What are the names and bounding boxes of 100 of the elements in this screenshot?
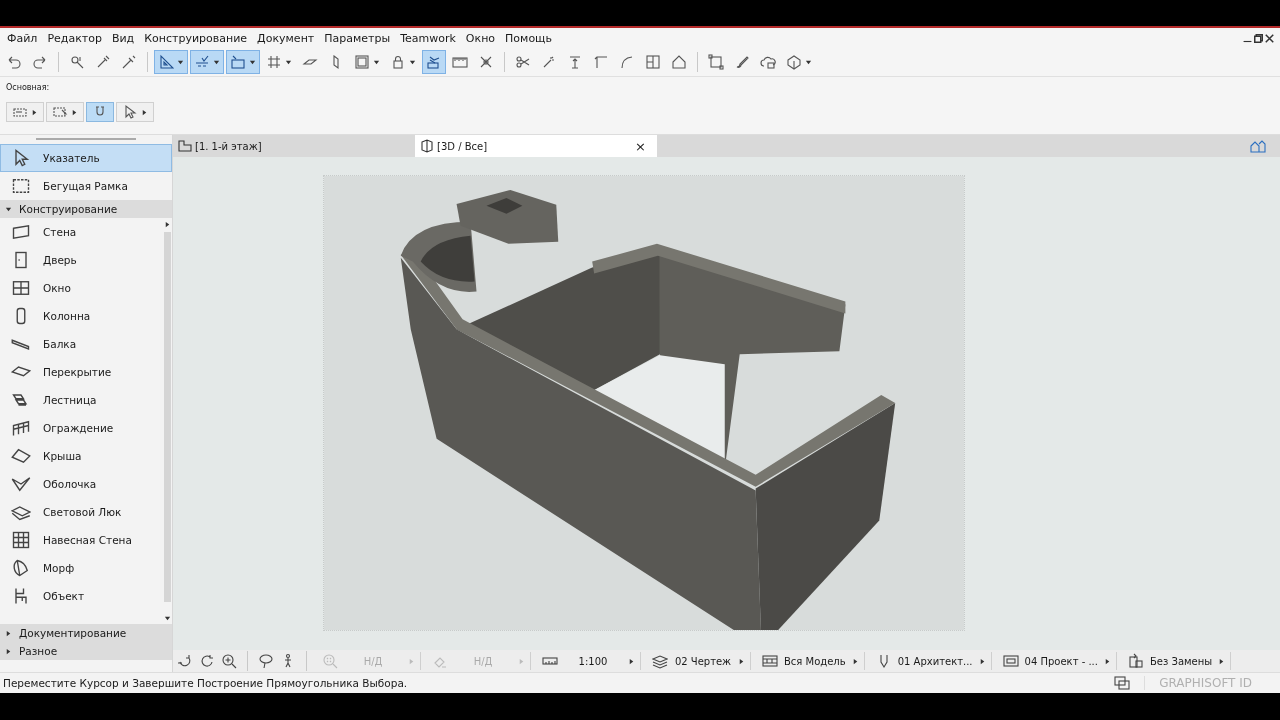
menu-item[interactable]: Помощь: [500, 31, 557, 45]
split-icon: [645, 54, 661, 70]
railing-icon: [11, 418, 31, 438]
frame-icon: [354, 54, 370, 70]
caret-icon: [408, 657, 415, 665]
marquee-icon: [52, 104, 68, 120]
caret-icon: [373, 58, 380, 66]
cloud-icon: [760, 54, 776, 70]
caret-icon: [1218, 657, 1226, 665]
tool-item[interactable]: Окно: [0, 274, 163, 302]
wall-icon: [11, 222, 31, 242]
caret-icon: [71, 108, 78, 116]
toolbar-button[interactable]: [116, 102, 154, 122]
toolbar-button[interactable]: [422, 50, 446, 74]
floor-plan-icon: [177, 138, 193, 154]
view-dropdown[interactable]: 1:100: [537, 652, 641, 670]
monitor-icon: [1002, 653, 1019, 669]
caret-icon: [285, 58, 292, 66]
menu-item[interactable]: Параметры: [319, 31, 396, 45]
menu-item[interactable]: Окно: [460, 31, 501, 45]
caret-icon: [5, 629, 12, 637]
caret-icon: [5, 647, 12, 655]
house-view-icon: [1248, 138, 1268, 154]
view-dropdown[interactable]: Без Замены: [1122, 652, 1232, 670]
menu-item[interactable]: Teamwork: [395, 31, 461, 45]
toolbar-button[interactable]: [86, 102, 114, 122]
close-icon: [1265, 33, 1274, 43]
group-icon: [708, 54, 724, 70]
tab[interactable]: [1. 1-й этаж]: [173, 135, 415, 157]
restore-icon: [1254, 33, 1263, 43]
tool-item[interactable]: Ограждение: [0, 414, 163, 442]
view-dropdown[interactable]: 04 Проект - ...: [997, 652, 1117, 670]
caret-icon: [164, 614, 171, 622]
toolbar-button[interactable]: [46, 102, 84, 122]
caret-icon: [1103, 657, 1111, 665]
cross-icon: [478, 54, 494, 70]
arc-icon: [619, 54, 635, 70]
toolbar-button[interactable]: [190, 50, 224, 74]
caret-icon: [738, 657, 745, 665]
redo-view-icon: [199, 653, 215, 669]
status-message: Переместите Курсор и Завершите Построение Прямоугольника Выбора.: [3, 677, 408, 689]
menu-item[interactable]: Вид: [106, 31, 140, 45]
menu-item[interactable]: Файл: [2, 31, 43, 45]
toolbar-button[interactable]: [154, 50, 188, 74]
marquee-icon: [11, 176, 31, 196]
wand-icon: [541, 54, 557, 70]
tool-item[interactable]: Крыша: [0, 442, 163, 470]
view-dropdown[interactable]: 01 Архитект...: [870, 652, 992, 670]
windows-icon: [1114, 675, 1131, 691]
view-dropdown[interactable]: 02 Чертеж: [647, 652, 751, 670]
caret-icon: [409, 58, 416, 66]
section-header[interactable]: Документирование: [0, 624, 172, 642]
zoom-in-icon: [221, 653, 237, 669]
roof-icon: [11, 446, 31, 466]
tool-item[interactable]: Колонна: [0, 302, 163, 330]
tool-item[interactable]: Световой Люк: [0, 498, 163, 526]
ruler-icon: [452, 54, 468, 70]
tool-item[interactable]: Балка: [0, 330, 163, 358]
caret-icon: [518, 657, 525, 665]
curtain-wall-icon: [11, 530, 31, 550]
caret-icon: [164, 220, 171, 228]
tool-item[interactable]: Перекрытие: [0, 358, 163, 386]
syringe-icon: [121, 54, 137, 70]
caret-icon: [5, 205, 12, 213]
menu-item[interactable]: Документ: [252, 31, 320, 45]
caret-icon: [213, 58, 220, 66]
menu-item[interactable]: Конструирование: [139, 31, 253, 45]
scissors-icon: [515, 54, 531, 70]
menu-item[interactable]: Редактор: [42, 31, 107, 45]
pick-up-icon: [69, 54, 85, 70]
redo-icon: [32, 54, 48, 70]
override-icon: [1127, 653, 1144, 669]
tool-item[interactable]: Лестница: [0, 386, 163, 414]
tab[interactable]: [3D / Все] ×: [415, 135, 657, 157]
zoom-fit-icon: [322, 653, 338, 669]
orbit-icon: [177, 653, 193, 669]
section-header[interactable]: Конструирование: [0, 200, 172, 218]
tool-item[interactable]: Навесная Стена: [0, 526, 163, 554]
tool-item[interactable]: Дверь: [0, 246, 163, 274]
elevate-icon: [567, 54, 583, 70]
house-icon: [671, 54, 687, 70]
corner-icon: [593, 54, 609, 70]
tool-item[interactable]: Объект: [0, 582, 163, 610]
trace-icon: [426, 54, 442, 70]
section-header[interactable]: Разное: [0, 642, 172, 660]
tool-item[interactable]: Морф: [0, 554, 163, 582]
caret-icon: [978, 657, 986, 665]
tool-item[interactable]: Стена: [0, 218, 163, 246]
tool-item[interactable]: Указатель: [0, 144, 172, 172]
box-icon: [419, 138, 435, 154]
lasso-icon: [258, 653, 274, 669]
lock-icon: [390, 54, 406, 70]
tool-item[interactable]: Бегущая Рамка: [0, 172, 172, 200]
caret-icon: [851, 657, 859, 665]
eyedropper-icon: [95, 54, 111, 70]
toolbar-label: Основная:: [6, 83, 51, 92]
film-icon: [762, 653, 778, 669]
tool-item[interactable]: Оболочка: [0, 470, 163, 498]
close-button[interactable]: ×: [632, 138, 649, 154]
view-dropdown[interactable]: Вся Модель: [757, 652, 865, 670]
